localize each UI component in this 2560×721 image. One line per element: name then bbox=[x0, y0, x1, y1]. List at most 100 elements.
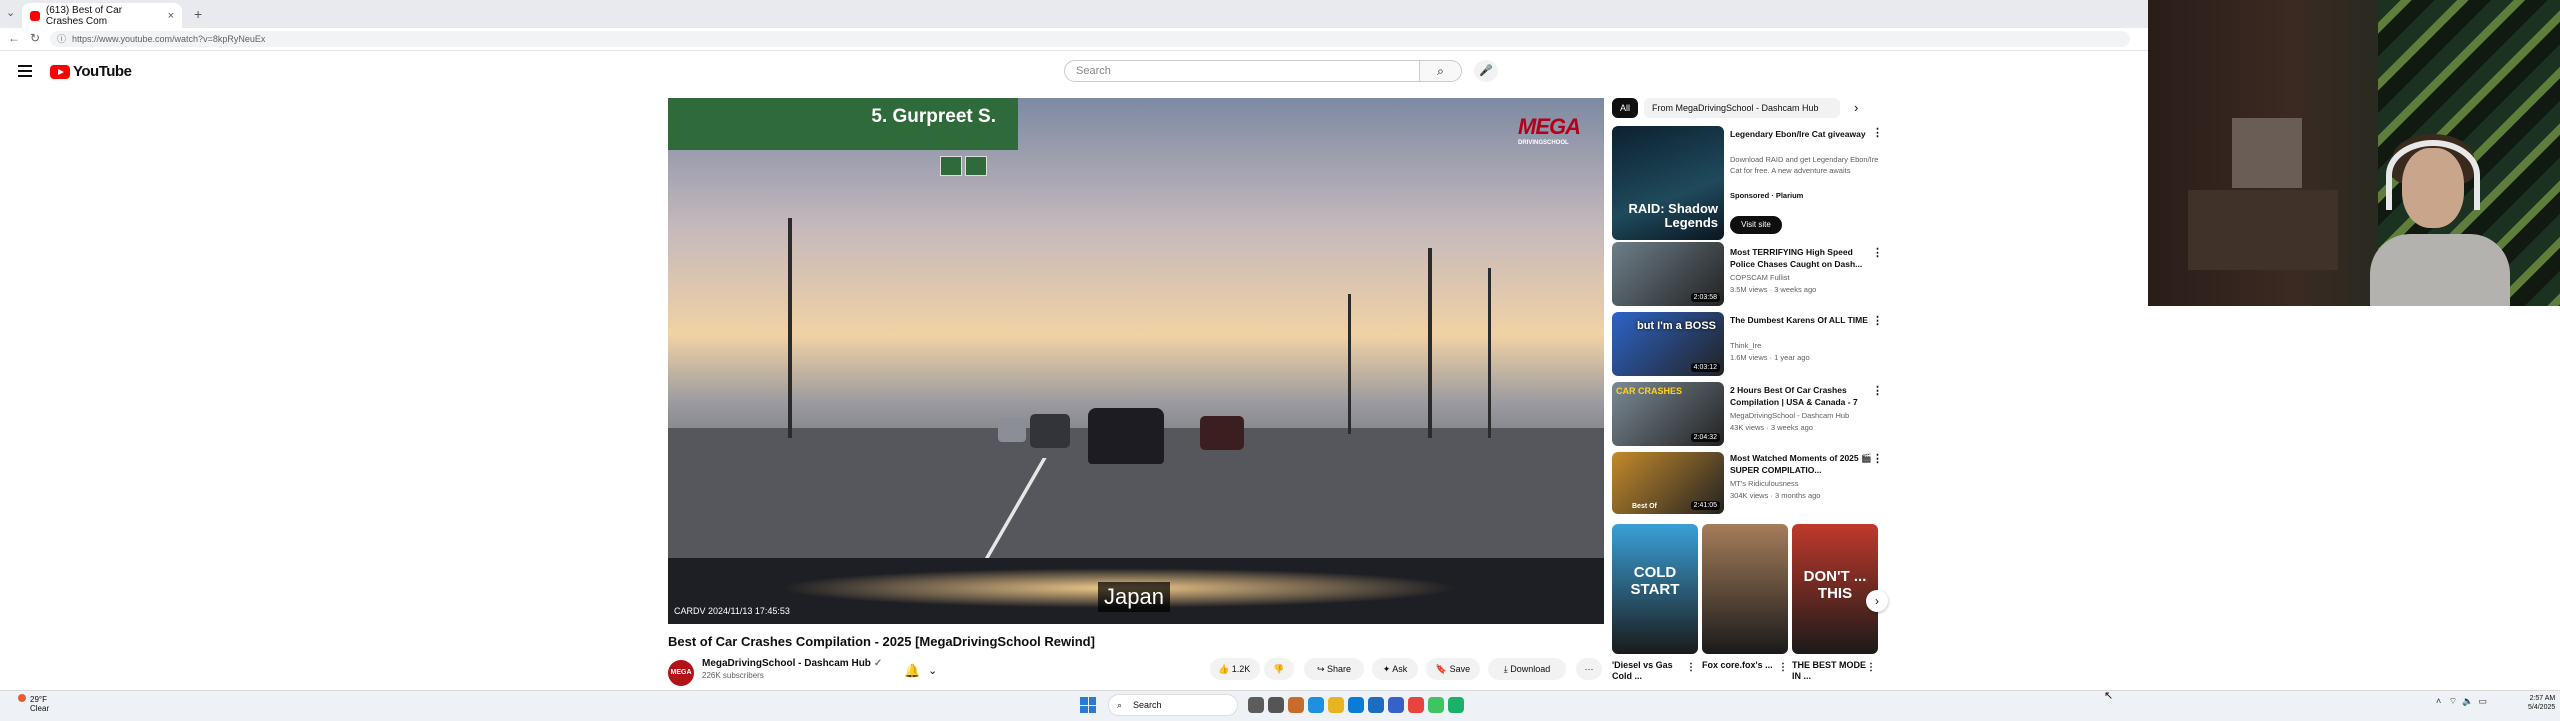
video-caption: Japan bbox=[1098, 582, 1170, 612]
edge-icon[interactable] bbox=[1348, 697, 1364, 713]
short-thumbnail[interactable]: DON'T ... THIS bbox=[1792, 524, 1878, 654]
video-thumbnail[interactable]: CAR CRASHES 2:04:32 bbox=[1612, 382, 1724, 446]
video-title-link[interactable]: The Dumbest Karens Of ALL TIME bbox=[1730, 314, 1880, 326]
car bbox=[998, 418, 1026, 442]
video-title-link[interactable]: 2 Hours Best Of Car Crashes Compilation … bbox=[1730, 384, 1880, 408]
youtube-logo[interactable]: YouTube bbox=[50, 63, 132, 80]
battery-icon[interactable]: ▭ bbox=[2479, 696, 2488, 706]
messenger-icon[interactable] bbox=[1388, 697, 1404, 713]
search-icon[interactable]: ⌕ bbox=[1420, 60, 1462, 82]
taskbar-search[interactable]: ⌕ Search bbox=[1108, 694, 1238, 716]
more-vert-icon[interactable]: ⋮ bbox=[1686, 662, 1696, 673]
more-vert-icon[interactable]: ⋮ bbox=[1872, 384, 1883, 397]
video-title-link[interactable]: Most Watched Moments of 2025 🎬 SUPER COM… bbox=[1730, 452, 1880, 476]
bookmark-icon: 🔖 bbox=[1435, 664, 1448, 674]
clock-time: 2:57 AM bbox=[2529, 695, 2556, 702]
short-thumbnail[interactable] bbox=[1702, 524, 1788, 654]
network-icon[interactable]: ⌔ bbox=[2449, 696, 2457, 706]
app-icon[interactable] bbox=[1428, 697, 1444, 713]
short-title[interactable]: Fox core.fox's ... bbox=[1702, 660, 1778, 671]
search-icon: ⌕ bbox=[1117, 700, 1123, 710]
short-thumbnail[interactable]: COLD START bbox=[1612, 524, 1698, 654]
video-thumbnail[interactable]: Best Of 2:41:05 bbox=[1612, 452, 1724, 514]
sponsored-label: Sponsored · Plarium bbox=[1730, 191, 1804, 200]
sponsored-title[interactable]: Legendary Ebon/Ire Cat giveaway bbox=[1730, 128, 1880, 140]
explorer-window-icon[interactable] bbox=[1268, 697, 1284, 713]
browser-icon[interactable] bbox=[1308, 697, 1324, 713]
chip-all[interactable]: All bbox=[1612, 98, 1639, 118]
video-meta: 304K views · 3 months ago bbox=[1730, 491, 1821, 500]
short-title[interactable]: THE BEST MODE IN ... bbox=[1792, 660, 1868, 682]
app-icon[interactable] bbox=[1288, 697, 1304, 713]
sponsored-thumbnail[interactable]: RAID: Shadow Legends bbox=[1612, 126, 1724, 240]
thumbnail-text: Best Of bbox=[1632, 503, 1657, 510]
chevron-down-icon[interactable]: ⌄ bbox=[928, 664, 937, 677]
chevron-right-icon[interactable]: › bbox=[1854, 100, 1858, 115]
folder-icon[interactable] bbox=[1328, 697, 1344, 713]
more-vert-icon[interactable]: ⋮ bbox=[1866, 662, 1876, 673]
hamburger-menu-icon[interactable] bbox=[18, 62, 32, 80]
room-bed bbox=[2188, 190, 2338, 270]
save-button[interactable]: 🔖 Save bbox=[1426, 658, 1480, 680]
video-duration: 2:03:58 bbox=[1690, 293, 1720, 302]
like-button[interactable]: 👍 1.2K bbox=[1210, 658, 1260, 680]
youtube-favicon-icon bbox=[30, 10, 40, 21]
volume-icon[interactable]: 🔈 bbox=[2462, 696, 2473, 706]
video-meta: 3.5M views · 3 weeks ago bbox=[1730, 285, 1817, 294]
thumbnail-text: CAR CRASHES bbox=[1616, 386, 1683, 396]
browser-tab-active[interactable]: (613) Best of Car Crashes Com × bbox=[22, 3, 182, 28]
short-title[interactable]: 'Diesel vs Gas Cold ... bbox=[1612, 660, 1688, 682]
download-button[interactable]: ⤓ Download bbox=[1488, 658, 1566, 680]
mouse-cursor-icon: ↖ bbox=[2104, 690, 2114, 702]
visit-site-button[interactable]: Visit site bbox=[1730, 216, 1782, 234]
video-channel: MT's Ridiculousness bbox=[1730, 479, 1799, 488]
ask-button[interactable]: ✦ Ask bbox=[1372, 658, 1418, 680]
chip-from-channel[interactable]: From MegaDrivingSchool - Dashcam Hub bbox=[1644, 98, 1840, 118]
tab-search-icon[interactable]: ⌄ bbox=[6, 6, 15, 19]
chrome-icon[interactable] bbox=[1408, 697, 1424, 713]
system-tray[interactable]: ˄ ⌔ 🔈 ▭ bbox=[2436, 696, 2487, 707]
chevron-up-icon[interactable]: ˄ bbox=[2436, 696, 2441, 706]
channel-avatar[interactable]: MEGA bbox=[668, 660, 694, 686]
weather-widget[interactable]: 29°F Clear bbox=[18, 694, 49, 713]
video-title-link[interactable]: Most TERRIFYING High Speed Police Chases… bbox=[1730, 246, 1880, 270]
site-info-icon[interactable]: ⓘ bbox=[57, 31, 66, 47]
spotify-icon[interactable] bbox=[1448, 697, 1464, 713]
more-vert-icon[interactable]: ⋮ bbox=[1872, 246, 1883, 259]
search-input[interactable]: Search bbox=[1064, 60, 1420, 82]
verified-icon: ✓ bbox=[873, 658, 883, 669]
task-view-icon[interactable] bbox=[1248, 697, 1264, 713]
more-vert-icon[interactable]: ⋮ bbox=[1872, 314, 1883, 327]
video-thumbnail[interactable]: 2:03:58 bbox=[1612, 242, 1724, 306]
thumbnail-text: but I'm a BOSS bbox=[1636, 320, 1716, 332]
video-thumbnail[interactable]: but I'm a BOSS 4:03:12 bbox=[1612, 312, 1724, 376]
notification-bell-icon[interactable]: 🔔 bbox=[904, 663, 920, 679]
back-arrow-icon[interactable]: ← bbox=[8, 31, 20, 45]
chevron-right-icon[interactable]: › bbox=[1866, 590, 1888, 612]
dislike-button[interactable]: 👎 bbox=[1264, 658, 1294, 680]
more-vert-icon[interactable]: ⋮ bbox=[1778, 662, 1788, 673]
video-player[interactable]: 5. Gurpreet S. MEGA DRIVINGSCHOOL Japan … bbox=[668, 98, 1604, 624]
new-tab-button[interactable]: + bbox=[194, 6, 202, 22]
headset-icon bbox=[2386, 140, 2480, 210]
more-vert-icon[interactable]: ⋮ bbox=[1872, 126, 1883, 139]
video-meta: 1.6M views · 1 year ago bbox=[1730, 353, 1810, 362]
taskbar-clock[interactable]: 2:57 AM 5/4/2025 bbox=[2528, 694, 2555, 712]
more-vert-icon[interactable]: ⋮ bbox=[1872, 452, 1883, 465]
subscriber-count: 226K subscribers bbox=[702, 671, 764, 680]
windows-start-icon[interactable] bbox=[1080, 697, 1096, 713]
like-count: 1.2K bbox=[1231, 664, 1251, 674]
microphone-icon[interactable]: 🎤 bbox=[1474, 60, 1498, 82]
address-bar-url: https://www.youtube.com/watch?v=8kpRyNeu… bbox=[72, 34, 266, 44]
sponsored-description: Download RAID and get Legendary Ebon/Ire… bbox=[1730, 155, 1879, 175]
app-icon[interactable] bbox=[1368, 697, 1384, 713]
address-bar[interactable]: ⓘ https://www.youtube.com/watch?v=8kpRyN… bbox=[50, 31, 2130, 47]
download-label: Download bbox=[1510, 664, 1551, 674]
tab-close-icon[interactable]: × bbox=[168, 10, 174, 22]
video-duration: 4:03:12 bbox=[1690, 363, 1720, 372]
more-actions-button[interactable]: ··· bbox=[1576, 658, 1602, 680]
share-button[interactable]: ↪ Share bbox=[1304, 658, 1364, 680]
reload-icon[interactable]: ↻ bbox=[30, 31, 40, 45]
channel-name[interactable]: MegaDrivingSchool - Dashcam Hub ✓ bbox=[702, 658, 882, 669]
browser-tab-title: (613) Best of Car Crashes Com bbox=[45, 4, 123, 27]
